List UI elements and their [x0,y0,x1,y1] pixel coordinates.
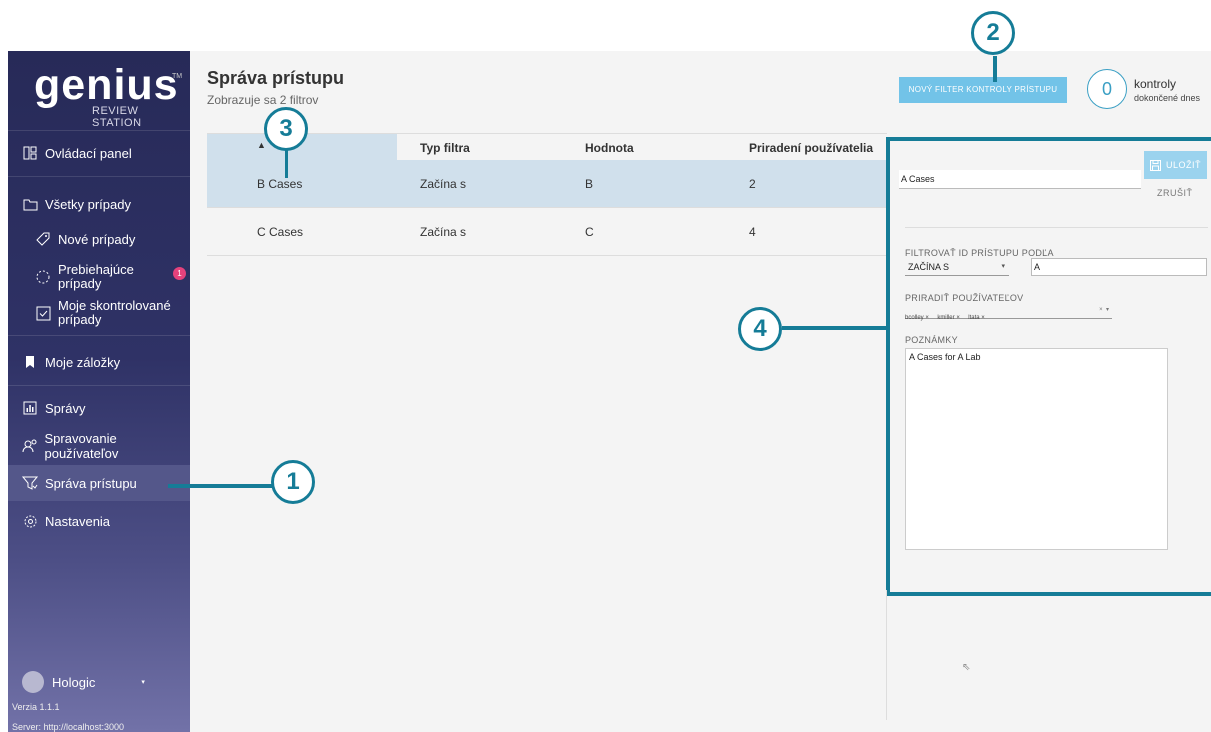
counter-sublabel: dokončené dnes [1134,93,1201,103]
users-icon [21,437,38,455]
callout-4: 4 [738,307,782,351]
chart-icon [21,399,39,417]
sidebar-item-label: Nastavenia [45,513,111,529]
logo-tm: TM [172,73,183,80]
gear-icon [21,512,39,530]
version-text: Verzia 1.1.1 [12,702,60,712]
chip-label: kmiller [937,315,955,321]
callout-1: 1 [271,460,315,504]
assigned-users-select[interactable]: bcolley × kmiller × ltata × × ▾ [905,306,1112,321]
callout-line [782,326,888,330]
dashboard-icon [21,144,39,162]
logo-subtitle: REVIEW STATION [92,105,142,129]
callout-line [993,56,997,82]
checkbox-icon [34,304,52,322]
genius-logo: genius TM REVIEW STATION [8,51,190,130]
sidebar-item-user-management[interactable]: Spravovanie používateľov [8,431,190,461]
table-cell: C [585,225,594,239]
filter-value-input[interactable] [1031,258,1207,276]
user-chip[interactable]: ltata × [968,315,985,321]
filter-type-select[interactable]: ZAČÍNA S ▾ [905,260,1009,276]
clear-and-dropdown-icon[interactable]: × ▾ [1099,306,1109,313]
folder-icon [21,195,39,213]
sidebar-item-label: Správa prístupu [45,475,137,491]
bookmark-icon [21,353,39,371]
chevron-down-icon: ▾ [1001,263,1005,270]
sidebar-item-label: Ovládací panel [45,145,132,161]
reviews-counter: 0 [1087,69,1127,109]
chevron-down-icon: ▾ [141,679,145,686]
user-name: Hologic [52,674,96,690]
table-cell: Začína s [420,177,467,191]
progress-icon [34,268,52,286]
page-subtitle: Zobrazuje sa 2 filtrov [207,93,319,107]
filter-type-value: ZAČÍNA S [908,262,950,272]
sort-ascending-icon: ▲ [257,140,266,150]
server-text: Server: http://localhost:3000 [12,722,125,732]
sidebar-item-reports[interactable]: Správy [8,396,190,420]
table-row[interactable]: C Cases Začína s C 4 [207,208,887,256]
avatar [22,671,44,693]
chip-label: ltata [968,315,980,321]
divider [905,227,1208,228]
save-label: ULOŽIŤ [1165,160,1201,170]
table-cell: Začína s [420,225,467,239]
filter-by-label: FILTROVAŤ ID PRÍSTUPU PODĽA [905,248,1054,258]
cancel-button[interactable]: ZRUŠIŤ [1157,188,1193,198]
callout-line [168,484,274,488]
chip-label: bcolley [905,315,924,321]
divider [8,385,190,386]
sidebar-item-in-progress[interactable]: Prebiehajúce prípady 1 [8,261,190,293]
column-header-filter-type[interactable]: Typ filtra [420,141,470,155]
sidebar-item-label: Moje skontrolované prípady [58,298,171,327]
new-filter-button[interactable]: NOVÝ FILTER KONTROLY PRÍSTUPU [899,77,1067,103]
sidebar-item-label: Moje záložky [45,354,121,370]
user-menu[interactable]: Hologic ▾ [22,671,145,693]
tag-icon [34,230,52,248]
sidebar-item-my-reviewed[interactable]: Moje skontrolované prípady [8,297,190,329]
table-cell: B [585,177,594,191]
sidebar-item-label: Správy [45,400,86,416]
sidebar: genius TM REVIEW STATION Ovládací panel … [8,51,190,732]
callout-3: 3 [264,107,308,151]
table-cell: B Cases [257,177,303,191]
column-header-value[interactable]: Hodnota [585,141,634,155]
save-icon [1149,159,1161,171]
sidebar-item-new-cases[interactable]: Nové prípady [8,227,190,251]
divider [8,335,190,336]
divider [8,130,190,131]
notes-textarea[interactable]: A Cases for A Lab [905,348,1168,550]
sidebar-item-label: Prebiehajúce prípady [58,262,134,291]
sidebar-item-label: Všetky prípady [45,196,131,212]
sidebar-item-settings[interactable]: Nastavenia [8,509,190,533]
notes-label: POZNÁMKY [905,335,958,345]
user-chip[interactable]: bcolley × [905,315,929,321]
table-cell: C Cases [257,225,304,239]
callout-line [285,148,288,178]
assign-users-label: PRIRADIŤ POUŽÍVATEĽOV [905,293,1024,303]
sidebar-item-bookmarks[interactable]: Moje záložky [8,350,190,374]
sidebar-item-dashboard[interactable]: Ovládací panel [8,141,190,165]
table-cell: 2 [749,177,756,191]
table-header: ▲ Typ filtra Hodnota Priradení používate… [207,133,887,161]
user-chip[interactable]: kmiller × [937,315,960,321]
sidebar-item-label: Nové prípady [58,231,136,247]
divider [8,176,190,177]
filter-name-input[interactable] [899,170,1141,189]
mouse-cursor-icon: ⇖ [962,662,971,673]
sidebar-item-all-cases[interactable]: Všetky prípady [8,192,190,216]
save-button[interactable]: ULOŽIŤ [1144,151,1207,179]
logo-text: genius [34,61,179,109]
filter-icon [21,474,39,492]
sidebar-item-access-management[interactable]: Správa prístupu [8,465,190,501]
panel-border [886,590,887,720]
sidebar-item-label: Spravovanie používateľov [44,431,119,461]
callout-2: 2 [971,11,1015,55]
table-cell: 4 [749,225,756,239]
counter-label: kontroly [1134,77,1177,91]
table-row[interactable]: B Cases Začína s B 2 [207,160,887,208]
column-header-assigned-users[interactable]: Priradení používatelia [749,141,873,155]
notification-badge: 1 [173,267,186,280]
page-title: Správa prístupu [207,68,345,88]
